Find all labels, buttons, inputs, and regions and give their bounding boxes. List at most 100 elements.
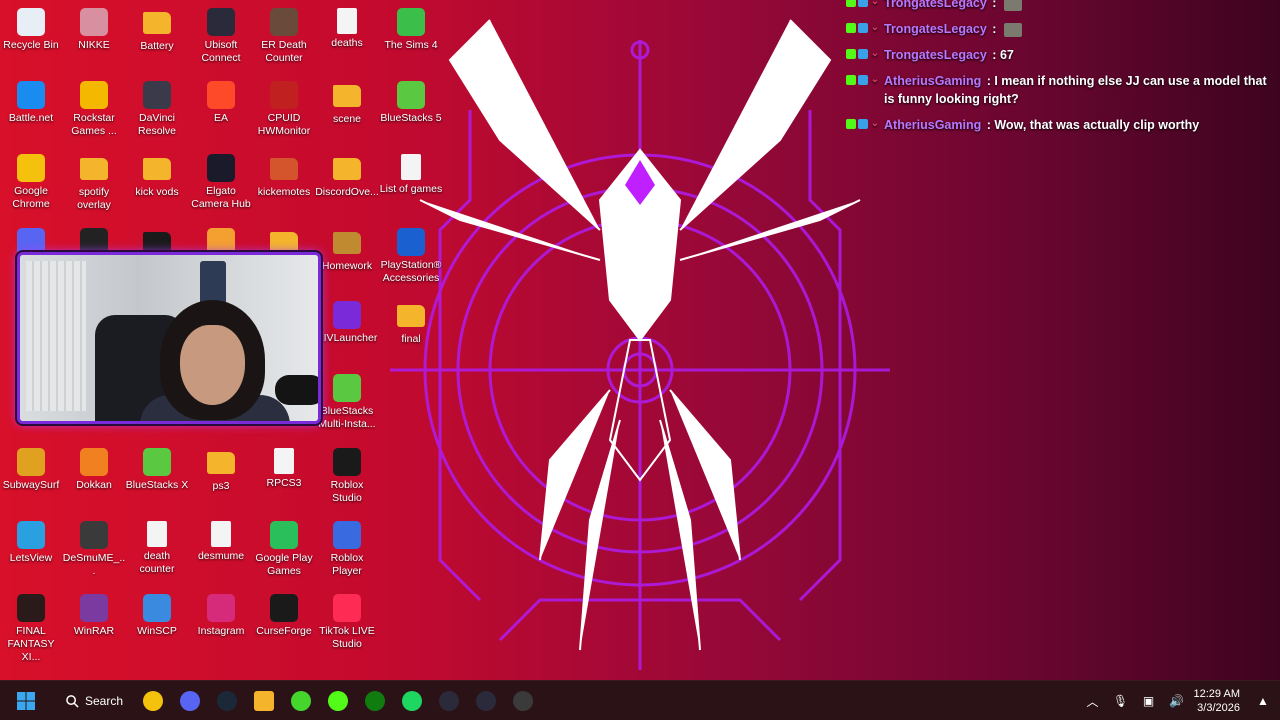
chat-text: TrongatesLegacy : — [884, 20, 1022, 38]
kick-taskbar-button[interactable] — [326, 689, 350, 713]
desktop-icon-label: LetsView — [9, 552, 53, 564]
dokkan-icon — [80, 448, 108, 476]
desktop-icon[interactable]: FINAL FANTASY XI... — [0, 590, 63, 664]
desktop-icon[interactable]: ps3 — [189, 444, 253, 493]
kick-badge-icon — [846, 23, 856, 33]
desktop-icon-label: CurseForge — [256, 625, 312, 637]
desktop-icon[interactable]: Dokkan — [62, 444, 126, 492]
razer-taskbar-button[interactable] — [289, 689, 313, 713]
desktop-icon[interactable]: CPUID HWMonitor — [252, 77, 316, 138]
kick-badge-icon — [846, 119, 856, 129]
desktop-icon[interactable]: BlueStacks 5 — [379, 77, 443, 125]
start-button[interactable] — [14, 689, 38, 713]
desktop-icon[interactable]: Roblox Player — [315, 517, 379, 578]
desktop-icon-label: Rockstar Games ... — [71, 112, 117, 137]
desktop-icon[interactable]: desmume — [189, 517, 253, 563]
desktop-icon-label: BlueStacks 5 — [380, 112, 442, 124]
spotify-taskbar-button[interactable] — [400, 689, 424, 713]
desktop-icon-label: Roblox Studio — [330, 479, 364, 504]
clock[interactable]: 12:29 AM 3/3/2026 — [1194, 687, 1240, 715]
desktop-icon[interactable]: CurseForge — [252, 590, 316, 638]
desktop-icon[interactable]: DiscordOve... — [315, 150, 379, 199]
chat-badges: ⌄ — [846, 119, 880, 129]
desktop-icon[interactable]: Rockstar Games ... — [62, 77, 126, 138]
desktop-icon[interactable]: LetsView — [0, 517, 63, 565]
microphone-icon[interactable]: 🎙 — [1110, 694, 1132, 708]
desktop-icon[interactable]: spotify overlay — [62, 150, 126, 212]
desktop-icon[interactable]: BlueStacks X — [125, 444, 189, 492]
folder-icon — [80, 158, 108, 180]
elgato-taskbar-button[interactable] — [437, 689, 461, 713]
desktop-icon[interactable]: final — [379, 297, 443, 346]
desktop-icon[interactable]: scene — [315, 77, 379, 126]
desktop-icon[interactable]: Recycle Bin — [0, 4, 63, 52]
desktop-icon-label: PlayStation® Accessories — [380, 259, 442, 284]
file-explorer-taskbar-button[interactable] — [252, 689, 276, 713]
search-button[interactable]: Search — [58, 688, 128, 714]
google-play-games-icon — [270, 521, 298, 549]
steam-taskbar-button[interactable] — [215, 689, 239, 713]
desktop-icon[interactable]: The Sims 4 — [379, 4, 443, 52]
desktop-icon[interactable]: SubwaySurf — [0, 444, 63, 492]
desktop-icon-label: death counter — [139, 550, 175, 575]
chevron-badge-icon: ⌄ — [870, 0, 880, 7]
chat-message-text: 67 — [999, 48, 1014, 62]
desktop-icon[interactable]: Ubisoft Connect — [189, 4, 253, 65]
chat-separator: : — [988, 0, 1000, 10]
desktop-icon[interactable]: List of games — [379, 150, 443, 196]
chevron-up-icon[interactable]: ︿ — [1082, 693, 1104, 710]
folder-icon — [143, 232, 171, 254]
hwmonitor-icon — [270, 81, 298, 109]
desktop-icon-label: final — [401, 333, 421, 345]
document-icon — [401, 154, 421, 180]
desktop-icon[interactable]: ER Death Counter — [252, 4, 316, 65]
desktop-icon[interactable]: Battle.net — [0, 77, 63, 125]
desktop-icon[interactable]: Elgato Camera Hub — [189, 150, 253, 211]
desktop-icon[interactable]: WinRAR — [62, 590, 126, 638]
sub-badge-icon — [858, 0, 868, 7]
windows-logo-icon — [17, 692, 35, 710]
desktop-icon-label: DiscordOve... — [315, 186, 379, 198]
desktop-icon[interactable]: kickemotes — [252, 150, 316, 199]
obs-taskbar-button[interactable] — [511, 689, 535, 713]
desktop-icon[interactable]: WinSCP — [125, 590, 189, 638]
desktop-icon[interactable]: BlueStacks Multi-Insta... — [315, 370, 379, 431]
nikke-icon — [80, 8, 108, 36]
notification-icon[interactable]: ▲ — [1252, 694, 1274, 708]
letsview-icon — [17, 521, 45, 549]
desktop-icon[interactable]: NIKKE — [62, 4, 126, 52]
desktop-icon[interactable]: Battery — [125, 4, 189, 53]
desktop-icon[interactable]: DeSmuME_... — [62, 517, 126, 578]
desktop-icon-label: Ubisoft Connect — [201, 39, 241, 64]
desktop-icon[interactable]: Roblox Studio — [315, 444, 379, 505]
chrome-taskbar-button[interactable] — [141, 689, 165, 713]
desktop-icon[interactable]: RPCS3 — [252, 444, 316, 490]
desktop-icon[interactable]: deaths — [315, 4, 379, 50]
volume-icon[interactable]: 🔊 — [1166, 694, 1188, 708]
discord-taskbar-button[interactable] — [178, 689, 202, 713]
instagram-icon — [207, 594, 235, 622]
desktop-icon[interactable]: EA — [189, 77, 253, 125]
desktop-icon[interactable]: death counter — [125, 517, 189, 576]
desktop-icon[interactable]: XIVLauncher — [315, 297, 379, 345]
desktop-icon[interactable]: kick vods — [125, 150, 189, 199]
clock-time: 12:29 AM — [1193, 688, 1240, 700]
chevron-badge-icon: ⌄ — [870, 48, 880, 59]
bluestacks-icon — [397, 81, 425, 109]
desktop-icon[interactable]: PlayStation® Accessories — [379, 224, 443, 285]
stream-deck-taskbar-button[interactable] — [474, 689, 498, 713]
desktop-icon[interactable]: TikTok LIVE Studio — [315, 590, 379, 651]
desktop-icon[interactable]: Homework — [315, 224, 379, 273]
chat-badges: ⌄ — [846, 49, 880, 59]
search-icon — [66, 694, 79, 708]
folder-icon — [333, 232, 361, 254]
desktop-icon[interactable]: Google Chrome — [0, 150, 63, 211]
desktop-icon[interactable]: Google Play Games — [252, 517, 316, 578]
desktop-icon[interactable]: Instagram — [189, 590, 253, 638]
network-icon[interactable]: ▣ — [1138, 694, 1160, 708]
roblox-studio-icon — [333, 448, 361, 476]
stream-deck-taskbar-icon — [476, 691, 496, 711]
desktop-icon[interactable]: DaVinci Resolve — [125, 77, 189, 138]
desktop-icon-label: The Sims 4 — [384, 39, 438, 51]
xbox-taskbar-button[interactable] — [363, 689, 387, 713]
